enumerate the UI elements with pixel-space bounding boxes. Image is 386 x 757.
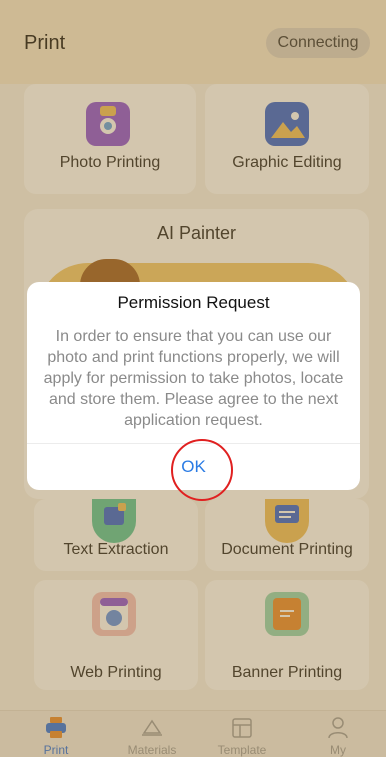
- dialog-title: Permission Request: [117, 293, 270, 312]
- highlight-ring: [171, 439, 233, 501]
- dialog-message: In order to ensure that you can use our …: [43, 328, 344, 429]
